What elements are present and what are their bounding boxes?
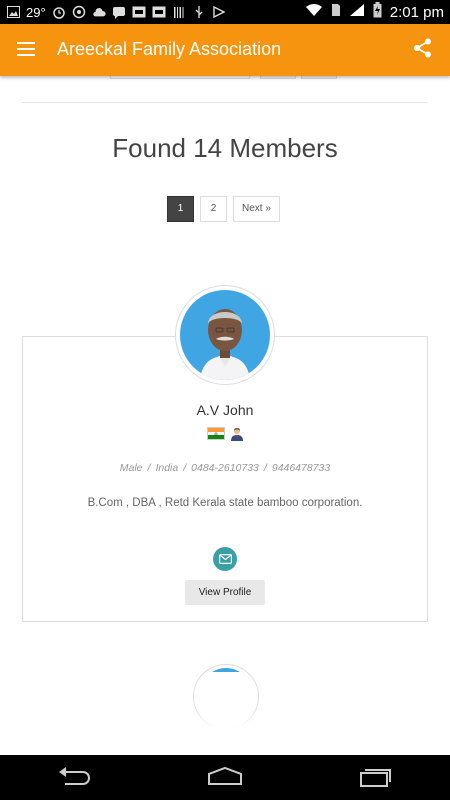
search-button[interactable] (260, 76, 296, 79)
menu-icon[interactable] (14, 38, 38, 62)
app-title: Areeckal Family Association (57, 39, 282, 59)
member-phone: 0484-2610733 (191, 462, 259, 474)
whatsapp-icon (72, 5, 86, 19)
wifi-icon (305, 3, 323, 22)
member-country: India (155, 462, 179, 474)
search-input[interactable] (110, 76, 250, 79)
member-photo (180, 290, 270, 380)
recent-apps-icon[interactable] (355, 764, 395, 790)
battery-icon (373, 1, 382, 23)
member-name: A.V John (196, 402, 254, 418)
alarm-icon (52, 5, 66, 19)
india-flag-icon (207, 427, 225, 440)
envelope-icon (218, 554, 232, 564)
home-icon[interactable] (205, 764, 245, 790)
next-page-button[interactable]: Next » (233, 196, 280, 222)
status-bar: 29° 2:01 pm (0, 0, 450, 24)
page-1-button[interactable]: 1 (167, 196, 194, 222)
status-bar-left: 29° (6, 3, 226, 21)
gs-icon (132, 5, 146, 19)
signal-icon (349, 3, 365, 22)
next-member-avatar[interactable] (193, 664, 259, 729)
app-bar: Areeckal Family Association (0, 24, 450, 76)
member-bio: B.Com , DBA , Retd Kerala state bamboo c… (87, 497, 363, 509)
businessman-icon (229, 427, 245, 446)
clock: 2:01 pm (389, 3, 444, 21)
chat-icon (112, 5, 126, 19)
member-details: Male / India/0484-2610733/9446478733 (119, 462, 331, 474)
pagination: 1 2 Next » (167, 196, 280, 222)
page-2-button[interactable]: 2 (200, 196, 227, 222)
member-mobile: 9446478733 (271, 462, 331, 474)
sim-icon (331, 3, 341, 22)
divider (22, 102, 428, 103)
navigation-bar (0, 755, 450, 800)
view-profile-button[interactable]: View Profile (185, 580, 265, 605)
delivery-icon (212, 5, 226, 19)
email-button[interactable] (213, 547, 237, 571)
member-gender: Male (119, 462, 143, 474)
barcode-icon (172, 5, 186, 19)
status-bar-right: 2:01 pm (305, 1, 444, 23)
image-icon (6, 5, 20, 19)
gs-icon (152, 5, 166, 19)
avatar[interactable] (175, 285, 275, 385)
share-icon[interactable] (412, 37, 436, 61)
reset-button[interactable] (301, 76, 337, 79)
member-badges (207, 427, 245, 446)
cloud-icon (92, 5, 106, 19)
back-icon[interactable] (55, 764, 95, 790)
usb-icon (192, 5, 206, 19)
results-title: Found 14 Members (112, 133, 338, 163)
main-content: Found 14 Members 1 2 Next » A.V John Mal… (0, 76, 450, 755)
temperature-label: 29° (26, 4, 46, 20)
